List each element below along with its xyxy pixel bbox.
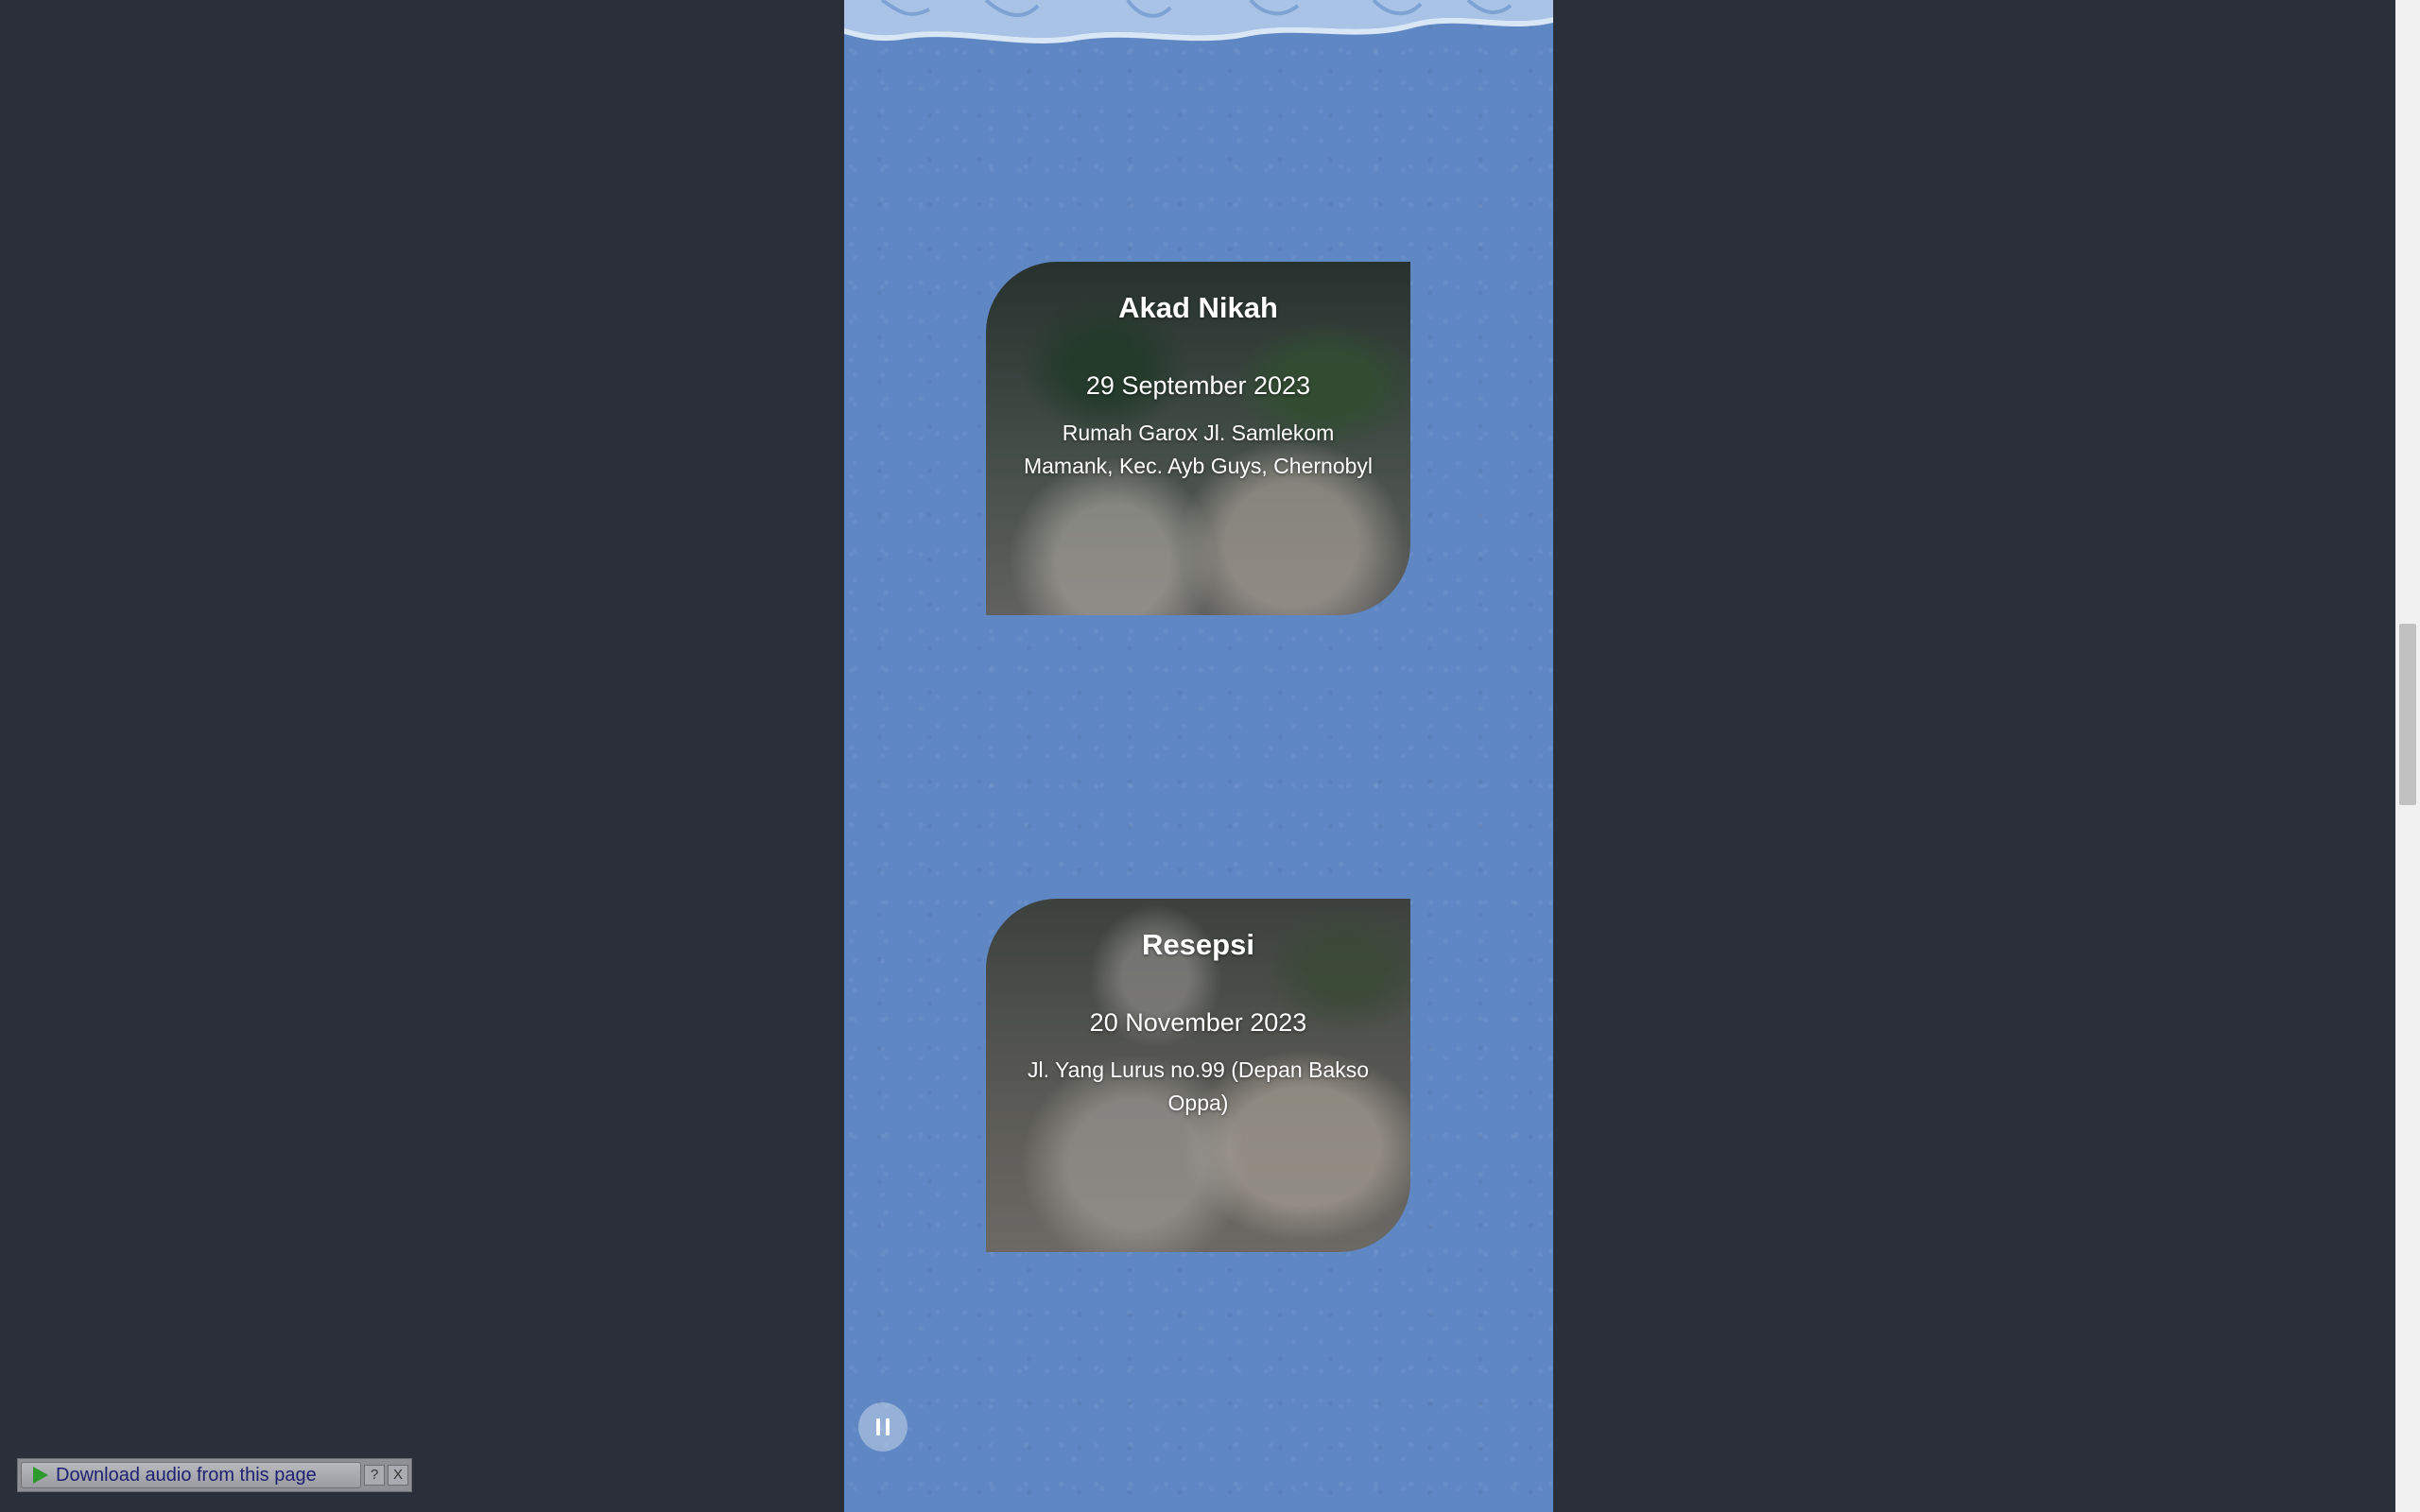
music-pause-button[interactable] <box>858 1402 908 1452</box>
event-title: Akad Nikah <box>1118 291 1278 324</box>
download-audio-bar: Download audio from this page ? X <box>17 1458 412 1492</box>
download-audio-button[interactable]: Download audio from this page <box>21 1462 362 1488</box>
event-title: Resepsi <box>1142 928 1254 961</box>
event-card-resepsi: Resepsi 20 November 2023 Jl. Yang Lurus … <box>986 899 1410 1252</box>
play-icon <box>33 1467 48 1484</box>
invitation-column: Akad Nikah 29 September 2023 Rumah Garox… <box>844 0 1553 1512</box>
help-button[interactable]: ? <box>364 1465 386 1486</box>
close-button[interactable]: X <box>388 1465 408 1486</box>
event-date: 29 September 2023 <box>1085 371 1311 401</box>
pause-icon <box>876 1418 890 1435</box>
page-scrollbar[interactable] <box>2395 0 2420 1512</box>
event-date: 20 November 2023 <box>1089 1008 1307 1038</box>
floral-header-ornament <box>844 0 1553 43</box>
event-address: Jl. Yang Lurus no.99 (Depan Bakso Oppa) <box>1028 1057 1369 1116</box>
download-audio-label: Download audio from this page <box>56 1464 317 1486</box>
page: Akad Nikah 29 September 2023 Rumah Garox… <box>0 0 2420 1512</box>
event-address: Rumah Garox Jl. Samlekom Mamank, Kec. Ay… <box>1023 420 1374 479</box>
event-card-akad-nikah: Akad Nikah 29 September 2023 Rumah Garox… <box>986 262 1410 615</box>
scrollbar-thumb[interactable] <box>2399 624 2416 805</box>
